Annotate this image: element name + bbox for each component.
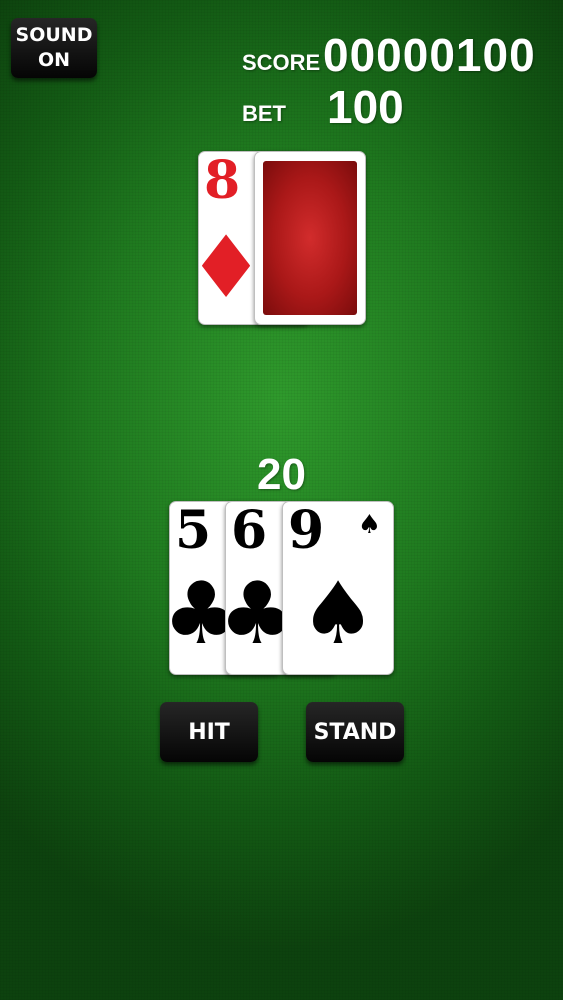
card-rank: 6: [231, 501, 268, 561]
bet-label: BET: [242, 101, 286, 126]
score-value: 00000100: [323, 29, 536, 81]
card-rank: 9: [288, 501, 325, 561]
sound-label: SOUND: [15, 24, 93, 46]
hit-button[interactable]: HIT: [160, 702, 258, 762]
card-rank: 8: [204, 151, 241, 211]
bet-value: 100: [327, 81, 404, 133]
card-rank: 5: [175, 501, 212, 561]
player-hand-total: 20: [257, 450, 306, 499]
sound-state: ON: [37, 49, 71, 71]
spade-icon: ♠: [299, 564, 377, 664]
dealer-card-2-facedown: [254, 151, 366, 325]
stand-button[interactable]: STAND: [306, 702, 404, 762]
player-card-3: 9 ♠ ♠: [282, 501, 394, 675]
score-label: SCORE: [242, 50, 321, 75]
card-back-pattern: [263, 161, 357, 315]
sound-toggle-button[interactable]: SOUND ON: [11, 18, 97, 78]
spade-icon: ♠: [357, 510, 381, 540]
